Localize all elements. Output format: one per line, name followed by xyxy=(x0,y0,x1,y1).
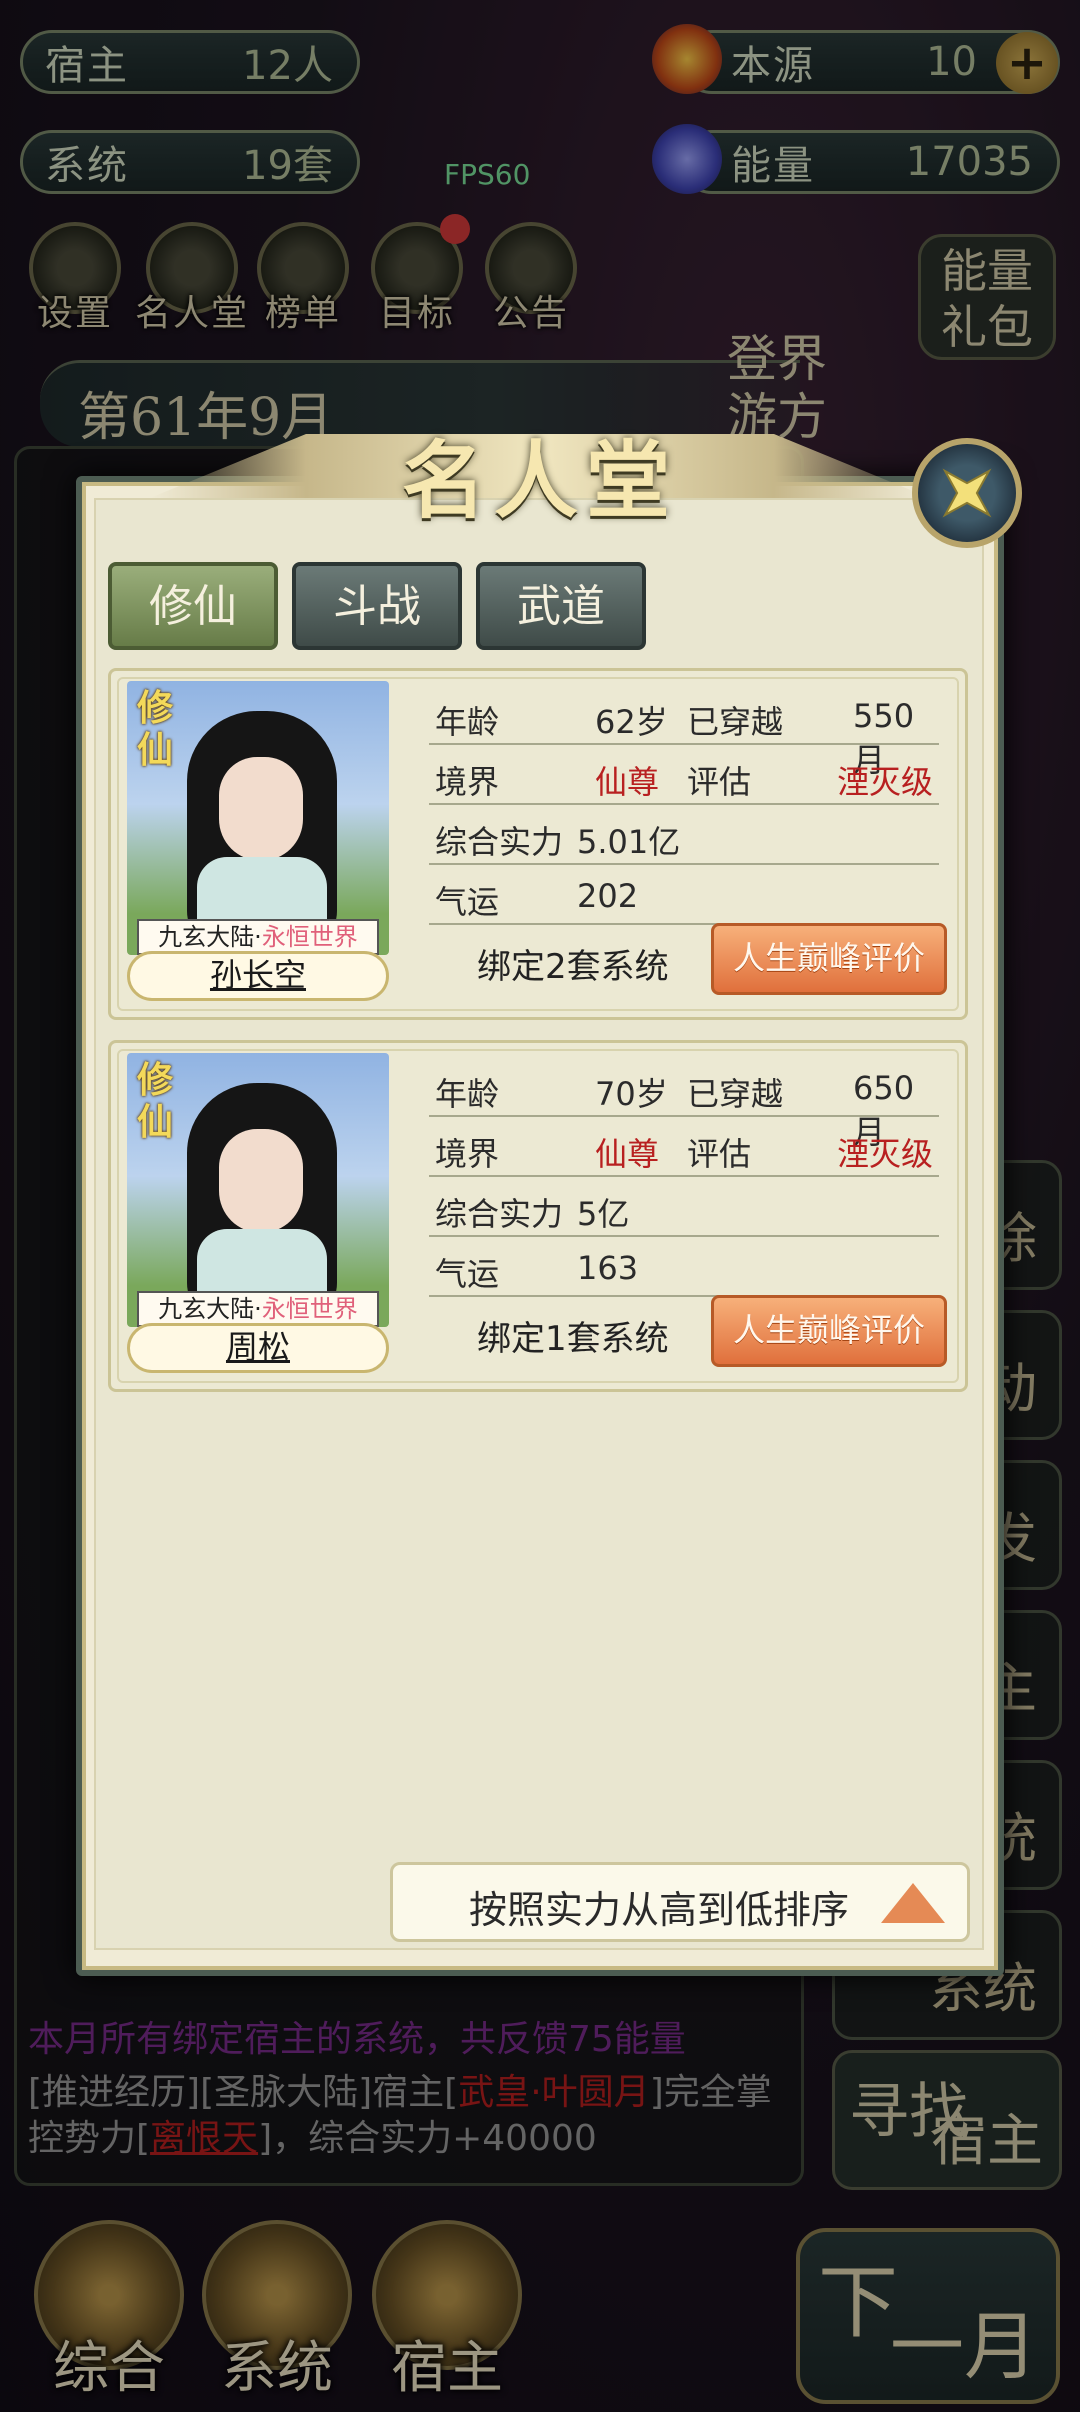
age-label: 年龄 xyxy=(435,1075,500,1113)
peak-evaluation-button[interactable]: 人生巅峰评价 xyxy=(711,1295,947,1367)
bound-systems: 绑定2套系统 xyxy=(477,947,669,987)
power-value: 5亿 xyxy=(577,1195,630,1233)
stats-table: 年龄 70岁 已穿越 650月 境界 仙尊 评估 湮灭级 综合实力 5亿 气运 … xyxy=(429,1057,939,1297)
stat-row-realm: 境界 仙尊 评估 湮灭级 xyxy=(429,1117,939,1177)
world-sub: 永恒世界 xyxy=(261,923,358,951)
power-value: 5.01亿 xyxy=(577,823,681,861)
stat-row-age: 年龄 70岁 已穿越 650月 xyxy=(429,1057,939,1151)
sort-label: 按照实力从高到低排序 xyxy=(469,1888,850,1932)
stat-row-luck: 气运 163 xyxy=(429,1237,939,1297)
tab-martial[interactable]: 武道 xyxy=(476,562,646,650)
modal-title: 名人堂 xyxy=(401,431,678,530)
host-name[interactable]: 周松 xyxy=(127,1323,389,1373)
portrait-face xyxy=(219,757,303,861)
luck-label: 气运 xyxy=(435,1255,500,1293)
stats-table: 年龄 62岁 已穿越 550月 境界 仙尊 评估 湮灭级 综合实力 5.01亿 … xyxy=(429,685,939,925)
assess-label: 评估 xyxy=(687,763,752,801)
portrait-face xyxy=(219,1129,303,1233)
power-label: 综合实力 xyxy=(435,1195,564,1233)
realm-value: 仙尊 xyxy=(595,1135,660,1173)
host-portrait[interactable]: 修仙 九玄大陆·永恒世界 xyxy=(127,1053,389,1327)
tab-battle[interactable]: 斗战 xyxy=(292,562,462,650)
stat-row-realm: 境界 仙尊 评估 湮灭级 xyxy=(429,745,939,805)
age-value: 62岁 xyxy=(595,703,668,741)
realm-value: 仙尊 xyxy=(595,763,660,801)
assess-value: 湮灭级 xyxy=(837,1135,934,1173)
luck-value: 163 xyxy=(577,1249,639,1287)
stat-row-power: 综合实力 5亿 xyxy=(429,1177,939,1237)
age-label: 年龄 xyxy=(435,703,500,741)
power-label: 综合实力 xyxy=(435,823,564,861)
world-name: 九玄大陆· xyxy=(158,1295,262,1323)
assess-label: 评估 xyxy=(687,1135,752,1173)
realm-label: 境界 xyxy=(435,1135,500,1173)
tab-cultivation[interactable]: 修仙 xyxy=(108,562,278,650)
assess-value: 湮灭级 xyxy=(837,763,934,801)
luck-value: 202 xyxy=(577,877,639,915)
world-name: 九玄大陆· xyxy=(158,923,262,951)
stat-row-luck: 气运 202 xyxy=(429,865,939,925)
close-button[interactable] xyxy=(912,438,1022,548)
fame-card-2: 修仙 九玄大陆·永恒世界 周松 年龄 70岁 已穿越 650月 境界 仙尊 评估… xyxy=(108,1040,968,1392)
age-value: 70岁 xyxy=(595,1075,668,1113)
sect-label: 修仙 xyxy=(137,687,174,771)
sect-label: 修仙 xyxy=(137,1059,174,1143)
stat-row-age: 年龄 62岁 已穿越 550月 xyxy=(429,685,939,779)
sort-ascending-icon xyxy=(881,1883,945,1923)
peak-evaluation-button[interactable]: 人生巅峰评价 xyxy=(711,923,947,995)
bound-systems: 绑定1套系统 xyxy=(477,1319,669,1359)
world-label: 九玄大陆·永恒世界 xyxy=(137,919,379,955)
fame-card-1: 修仙 九玄大陆·永恒世界 孙长空 年龄 62岁 已穿越 550月 境界 仙尊 评… xyxy=(108,668,968,1020)
host-name[interactable]: 孙长空 xyxy=(127,951,389,1001)
world-sub: 永恒世界 xyxy=(261,1295,358,1323)
sort-button[interactable]: 按照实力从高到低排序 xyxy=(390,1862,970,1942)
world-label: 九玄大陆·永恒世界 xyxy=(137,1291,379,1327)
realm-label: 境界 xyxy=(435,763,500,801)
traveled-label: 已穿越 xyxy=(687,703,784,741)
luck-label: 气运 xyxy=(435,883,500,921)
close-icon xyxy=(942,468,992,518)
host-portrait[interactable]: 修仙 九玄大陆·永恒世界 xyxy=(127,681,389,955)
traveled-label: 已穿越 xyxy=(687,1075,784,1113)
stat-row-power: 综合实力 5.01亿 xyxy=(429,805,939,865)
